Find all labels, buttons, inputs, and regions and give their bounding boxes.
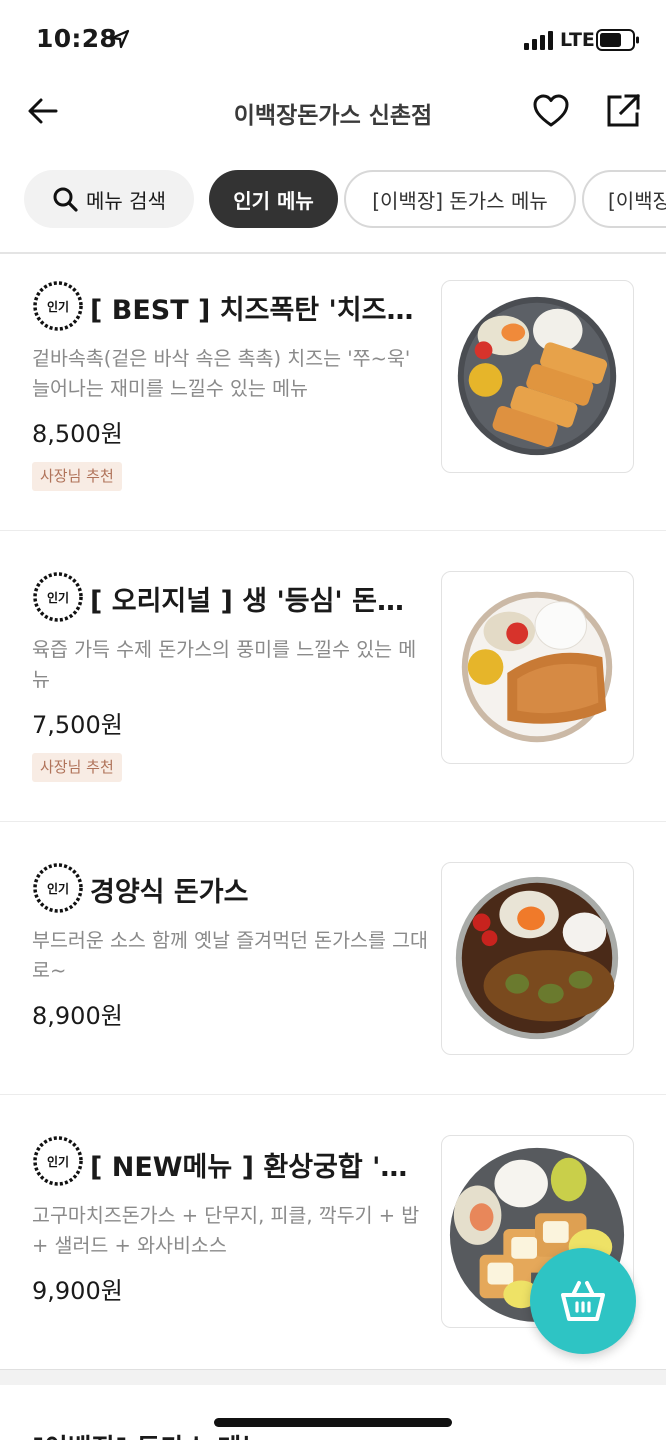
tab-label: 인기 메뉴 (233, 188, 314, 213)
popular-badge-text: 인기 (47, 299, 69, 314)
tab-label: [이백장 (608, 188, 666, 213)
popular-badge-icon: 인기 (33, 863, 83, 913)
tab-donkatsu-menu[interactable]: [이백장] 돈가스 메뉴 (344, 170, 576, 228)
status-bar: 10:28 LTE (0, 0, 666, 80)
home-indicator[interactable] (214, 1418, 452, 1427)
network-type: LTE (560, 29, 595, 51)
item-description: 겉바속촉(겉은 바삭 속은 촉촉) 치즈는 '쭈~욱' 늘어나는 재미를 느낄수… (32, 347, 411, 400)
item-price: 8,500원 (32, 420, 123, 448)
menu-item[interactable]: 인기 [ 오리지널 ] 생 '등심' 돈가... 육즙 가득 수제 돈가스의 풍… (0, 531, 666, 822)
item-name: 경양식 돈가스 (90, 877, 249, 908)
popular-badge-icon: 인기 (33, 281, 83, 331)
heart-icon[interactable] (532, 92, 570, 130)
cart-button[interactable] (530, 1248, 636, 1354)
item-price: 9,900원 (32, 1277, 123, 1305)
popular-badge-text: 인기 (47, 1154, 69, 1169)
signal-icon (524, 31, 553, 50)
tab-popular-menu[interactable]: 인기 메뉴 (209, 170, 338, 228)
category-tabs: 메뉴 검색 인기 메뉴 [이백장] 돈가스 메뉴 [이백장 (24, 170, 666, 230)
item-description: 고구마치즈돈가스 + 단무지, 피클, 깍두기 + 밥 + 샐러드 + 와사비소… (32, 1204, 420, 1257)
battery-icon (596, 29, 639, 51)
menu-item[interactable]: 인기 [ BEST ] 치즈폭탄 '치즈'... 겉바속촉(겉은 바삭 속은 촉… (0, 254, 666, 531)
menu-item-image (441, 571, 634, 764)
status-time: 10:28 (36, 24, 118, 53)
item-price: 7,500원 (32, 711, 123, 739)
menu-item-image (441, 280, 634, 473)
item-name: [ BEST ] 치즈폭탄 '치즈'... (90, 295, 420, 326)
tab-next-category[interactable]: [이백장 (582, 170, 666, 228)
owner-recommend-tag: 사장님 추천 (32, 753, 122, 782)
item-price: 8,900원 (32, 1002, 123, 1030)
share-icon[interactable] (604, 92, 642, 130)
tab-label: [이백장] 돈가스 메뉴 (372, 188, 548, 213)
search-icon (53, 187, 78, 212)
location-arrow-icon (110, 29, 130, 49)
menu-search-button[interactable]: 메뉴 검색 (24, 170, 194, 228)
cart-icon (561, 1281, 605, 1321)
popular-badge-text: 인기 (47, 590, 69, 605)
item-name: [ NEW메뉴 ] 환상궁합 '고... (90, 1152, 420, 1183)
owner-recommend-tag: 사장님 추천 (32, 462, 122, 491)
section-divider (0, 1369, 666, 1385)
menu-search-label: 메뉴 검색 (86, 188, 166, 213)
popular-badge-icon: 인기 (33, 572, 83, 622)
popular-badge-icon: 인기 (33, 1136, 83, 1186)
menu-item-image (441, 862, 634, 1055)
next-section-title: [이백장] 돈가스 메뉴 (32, 1428, 265, 1440)
menu-item[interactable]: 인기 경양식 돈가스 부드러운 소스 함께 옛날 즐겨먹던 돈가스를 그대로~ … (0, 822, 666, 1095)
item-name: [ 오리지널 ] 생 '등심' 돈가... (90, 586, 420, 617)
popular-badge-text: 인기 (47, 881, 69, 896)
item-description: 육즙 가득 수제 돈가스의 풍미를 느낄수 있는 메뉴 (32, 638, 417, 691)
header: 이백장돈가스 신촌점 (0, 80, 666, 144)
item-description: 부드러운 소스 함께 옛날 즐겨먹던 돈가스를 그대로~ (32, 929, 428, 982)
